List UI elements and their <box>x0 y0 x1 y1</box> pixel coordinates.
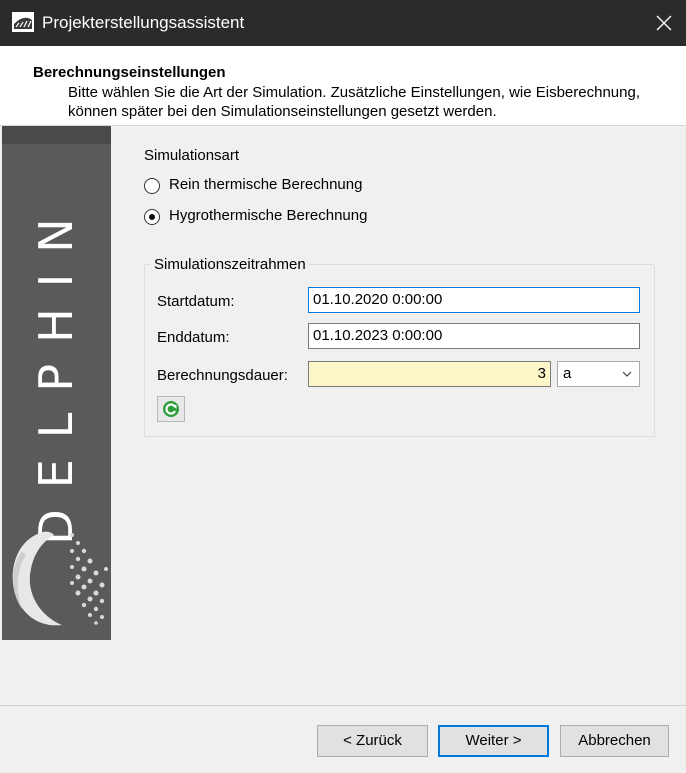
back-button[interactable]: < Zurück <box>317 725 428 757</box>
radio-button-icon[interactable] <box>144 209 160 225</box>
page-title: Berechnungseinstellungen <box>33 64 226 81</box>
simulation-type-label: Simulationsart <box>144 147 240 164</box>
page-description: Bitte wählen Sie die Art der Simulation.… <box>68 84 640 120</box>
duration-unit-select[interactable]: a <box>557 361 640 387</box>
title-bar: Projekterstellungsassistent <box>0 0 686 46</box>
start-date-label: Startdatum: <box>157 293 235 310</box>
delphin-logo-graphic <box>12 531 108 626</box>
duration-unit-value: a <box>563 365 572 382</box>
chevron-down-icon <box>622 371 632 377</box>
footer-separator <box>0 705 686 706</box>
app-icon <box>12 12 34 32</box>
brand-text: DELPHIN <box>29 197 83 545</box>
radio-button-icon[interactable] <box>144 178 160 194</box>
cancel-button[interactable]: Abbrechen <box>560 725 669 757</box>
close-button[interactable] <box>640 0 686 46</box>
radio-hygrothermal[interactable]: Hygrothermische Berechnung <box>144 207 394 227</box>
refresh-icon <box>163 401 179 417</box>
next-button[interactable]: Weiter > <box>438 725 549 757</box>
end-date-label: Enddatum: <box>157 329 230 346</box>
delphin-side-banner: DELPHIN <box>2 126 111 640</box>
refresh-button[interactable] <box>157 396 185 422</box>
close-icon <box>656 15 672 31</box>
radio-thermal-label[interactable]: Rein thermische Berechnung <box>169 176 362 193</box>
duration-label: Berechnungsdauer: <box>157 367 288 384</box>
radio-selected-dot <box>149 214 155 220</box>
timeframe-legend: Simulationszeitrahmen <box>151 256 309 273</box>
end-date-field[interactable]: 01.10.2023 0:00:00 <box>308 323 640 349</box>
radio-thermal[interactable]: Rein thermische Berechnung <box>144 176 384 196</box>
start-date-field[interactable]: 01.10.2020 0:00:00 <box>308 287 640 313</box>
wizard-header: Berechnungseinstellungen Bitte wählen Si… <box>0 46 686 126</box>
radio-hygrothermal-label[interactable]: Hygrothermische Berechnung <box>169 207 367 224</box>
window-title: Projekterstellungsassistent <box>42 13 245 32</box>
banner-strip <box>2 126 111 144</box>
duration-field[interactable]: 3 <box>308 361 551 387</box>
